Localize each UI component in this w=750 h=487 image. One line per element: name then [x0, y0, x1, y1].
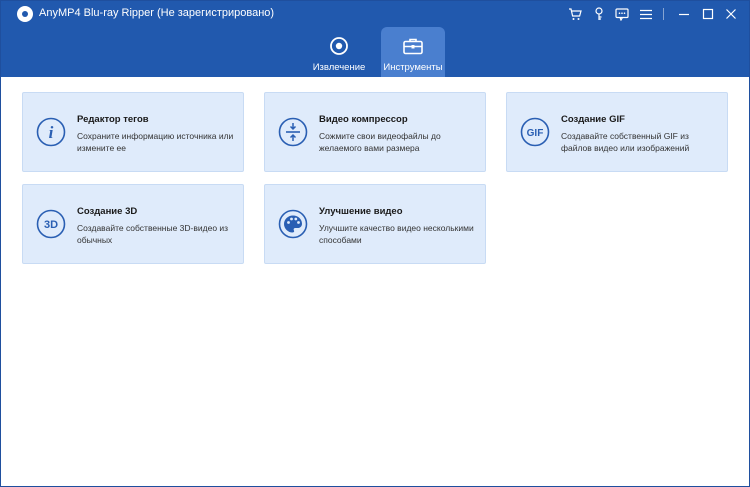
tool-card-gif-maker[interactable]: GIF Создание GIF Создавайте собственный … [506, 92, 728, 172]
tab-tools[interactable]: Инструменты [381, 27, 445, 77]
tools-panel: i Редактор тегов Сохраните информацию ис… [1, 77, 749, 486]
tool-title: Видео компрессор [319, 114, 408, 125]
minimize-icon[interactable] [675, 5, 693, 23]
title-bar[interactable]: AnyMP4 Blu-ray Ripper (Не зарегистрирова… [1, 1, 749, 27]
tool-description: Создавайте собственные 3D-видео из обычн… [77, 223, 229, 245]
maximize-icon[interactable] [699, 5, 717, 23]
tool-title: Редактор тегов [77, 114, 149, 125]
tool-card-video-compressor[interactable]: Видео компрессор Сожмите свои видеофайлы… [264, 92, 486, 172]
header: AnyMP4 Blu-ray Ripper (Не зарегистрирова… [1, 1, 749, 77]
svg-text:i: i [49, 123, 54, 142]
tool-title: Создание 3D [77, 206, 138, 217]
tool-description: Создавайте собственный GIF из файлов вид… [561, 131, 690, 153]
tool-card-3d-maker[interactable]: 3D Создание 3D Создавайте собственные 3D… [22, 184, 244, 264]
tool-description: Сожмите свои видеофайлы до желаемого вам… [319, 131, 441, 153]
tool-title: Создание GIF [561, 114, 625, 125]
app-window: AnyMP4 Blu-ray Ripper (Не зарегистрирова… [0, 0, 750, 487]
compress-icon [278, 117, 308, 147]
feedback-icon[interactable] [613, 5, 631, 23]
disc-icon [328, 36, 350, 56]
tool-title: Улучшение видео [319, 206, 403, 217]
tab-tools-label: Инструменты [383, 62, 443, 73]
info-icon: i [36, 117, 66, 147]
app-logo-icon [17, 6, 33, 22]
toolbox-icon [402, 36, 424, 56]
palette-icon [278, 209, 308, 239]
cart-icon[interactable] [566, 5, 584, 23]
tab-ripper[interactable]: Извлечение [307, 27, 371, 77]
tool-description: Улучшите качество видео несколькими спос… [319, 223, 474, 245]
svg-text:GIF: GIF [527, 128, 544, 139]
key-icon[interactable] [590, 5, 608, 23]
gif-icon: GIF [520, 117, 550, 147]
3d-icon: 3D [36, 209, 66, 239]
close-icon[interactable] [722, 5, 740, 23]
tool-description: Сохраните информацию источника или измен… [77, 131, 234, 153]
tool-card-tag-editor[interactable]: i Редактор тегов Сохраните информацию ис… [22, 92, 244, 172]
svg-text:3D: 3D [44, 219, 58, 231]
tab-ripper-label: Извлечение [312, 62, 366, 73]
window-title: AnyMP4 Blu-ray Ripper (Не зарегистрирова… [39, 7, 275, 19]
titlebar-divider [663, 8, 664, 20]
tool-card-video-enhancer[interactable]: Улучшение видео Улучшите качество видео … [264, 184, 486, 264]
menu-icon[interactable] [637, 5, 655, 23]
